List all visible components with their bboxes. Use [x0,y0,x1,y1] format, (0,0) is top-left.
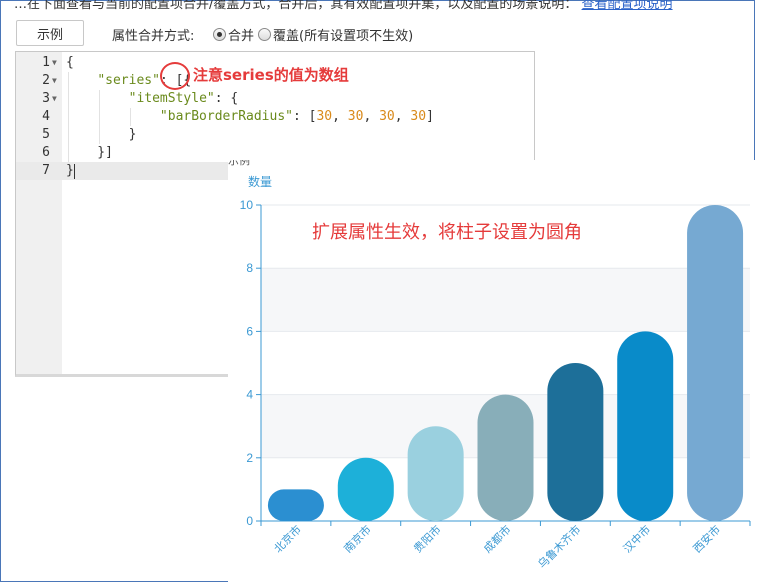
indent-guide [68,72,69,162]
top-description-text: …在下面查看与当前的配置项合并/覆盖方式，合并后，其有效配置项并集，以及配置的场… [14,0,578,12]
x-tick-label: 成都市 [480,522,513,555]
top-description-link[interactable]: 查看配置项说明 [582,0,673,12]
x-tick-label: 北京市 [271,522,304,555]
x-tick-label: 乌鲁木齐市 [535,522,584,571]
y-tick-label: 0 [246,514,253,528]
bar [407,426,464,521]
y-axis-label: 数量 [248,174,272,189]
bar [617,331,674,521]
line-number: 5 [42,127,50,142]
annotation-circle [160,62,190,90]
merge-mode-label: 属性合并方式: [112,29,195,44]
merge-radio-label: 合并 [228,29,255,44]
code-line[interactable]: 5 } [16,126,534,144]
example-button[interactable]: 示例 [16,20,84,46]
x-tick-label: 汉中市 [620,522,653,555]
bar [267,489,324,521]
y-tick-label: 2 [246,451,253,465]
overwrite-radio[interactable]: 覆盖(所有设置项不生效) [258,25,413,44]
code-text: }] [66,145,113,160]
chart-annotation: 扩展属性生效，将柱子设置为圆角 [312,222,582,243]
fold-toggle-icon[interactable]: ▼ [52,72,57,90]
y-tick-label: 6 [246,324,253,338]
bar [687,205,744,521]
fold-toggle-icon[interactable]: ▼ [52,54,57,72]
code-line[interactable]: 4 "barBorderRadius": [30, 30, 30, 30] [16,108,534,126]
series-array-note: 注意series的值为数组 [193,66,349,84]
fold-toggle-icon[interactable]: ▼ [52,90,57,108]
bar-chart: 0 2 4 6 8 10 数量北京市 南京市 贵阳市 成都市 乌鲁木齐市 汉中市 西安市 扩展属性生效，将… [228,160,751,571]
line-number: 7 [42,163,50,178]
partial-panel-label: 示例 [228,160,250,167]
chart-panel: 0 2 4 6 8 10 数量北京市 南京市 贵阳市 成都市 乌鲁木齐市 汉中市 西安市 扩展属性生效，将… [228,160,755,582]
line-number: 3 [42,91,50,106]
toolbar: 示例 属性合并方式: 合并 覆盖(所有设置项不生效) [16,20,536,48]
x-tick-label: 贵阳市 [411,522,444,555]
y-tick-label: 8 [246,261,253,275]
line-number: 4 [42,109,50,124]
line-number: 1 [42,55,50,70]
line-number: 6 [42,145,50,160]
text-cursor [74,164,75,179]
overwrite-radio-label: 覆盖(所有设置项不生效) [273,29,414,44]
indent-guide [99,90,100,144]
code-text: } [66,127,137,142]
code-text: { [66,55,74,70]
merge-radio[interactable]: 合并 [213,25,254,44]
grid-band [261,268,750,332]
bar [477,394,534,521]
y-tick-label: 4 [246,388,253,402]
code-text: } [66,163,74,178]
top-description: …在下面查看与当前的配置项合并/覆盖方式，合并后，其有效配置项并集，以及配置的场… [14,0,673,12]
code-text: "barBorderRadius": [30, 30, 30, 30] [159,109,434,124]
x-tick-label: 西安市 [690,522,723,555]
bar [547,363,604,521]
code-line[interactable]: 3 ▼ "itemStyle": { [16,90,534,108]
indent-guide [130,108,131,126]
y-tick-label: 10 [240,198,254,212]
merge-radio-dot[interactable] [213,28,226,41]
x-tick-label: 南京市 [341,522,374,555]
bar [337,457,394,521]
overwrite-radio-dot[interactable] [258,28,271,41]
code-text: "itemStyle": { [128,91,239,106]
line-number: 2 [42,73,50,88]
